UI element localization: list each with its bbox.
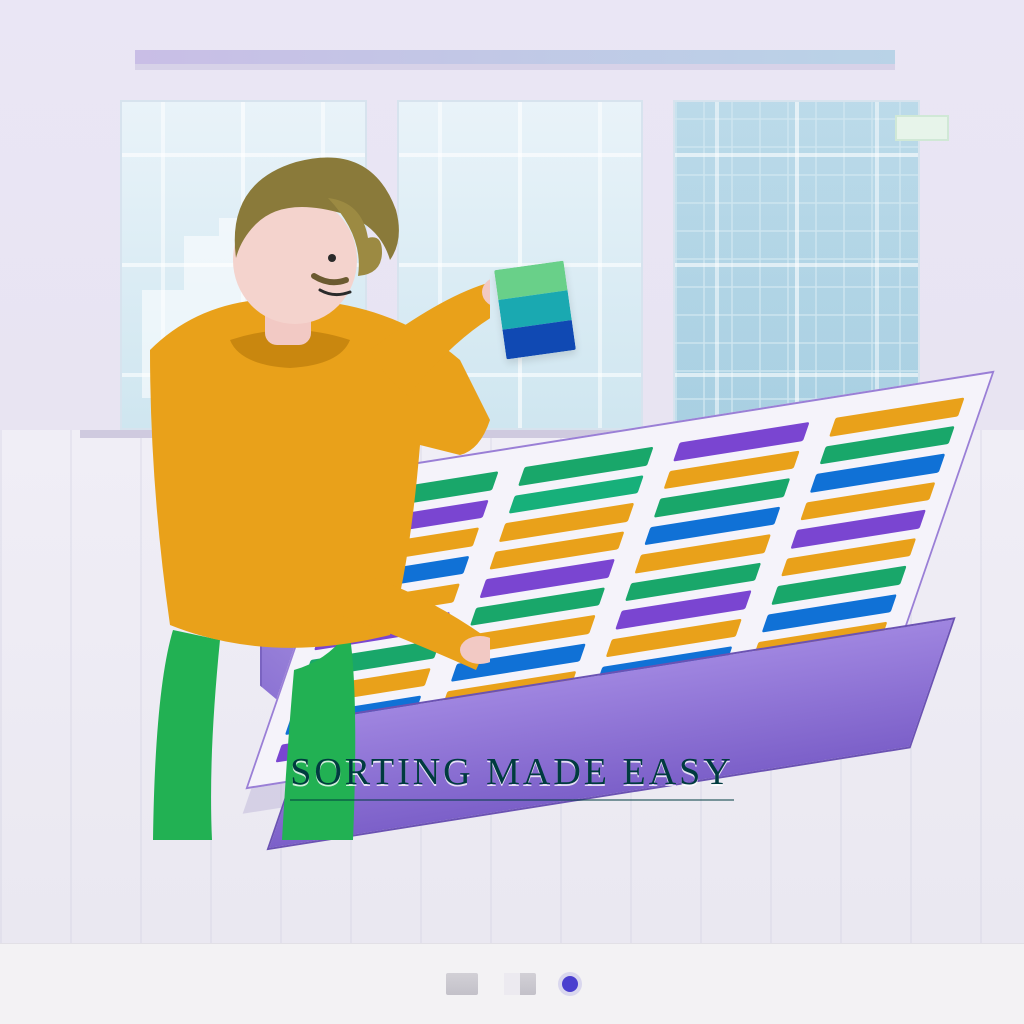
wall-sign [895,115,949,141]
held-swatch-card [494,261,576,360]
ceiling-light-bar [135,50,895,64]
carousel-dot[interactable] [446,973,478,995]
carousel-dot[interactable] [504,973,536,995]
hero-caption-text: SORTING MADE EASY [290,751,734,801]
carousel-dot-active[interactable] [562,976,578,992]
illustration-stage: SORTING MADE EASY [0,0,1024,1024]
carousel-bar [0,943,1024,1024]
hero-caption: SORTING MADE EASY [0,750,1024,794]
window-pane-grid [673,100,920,430]
